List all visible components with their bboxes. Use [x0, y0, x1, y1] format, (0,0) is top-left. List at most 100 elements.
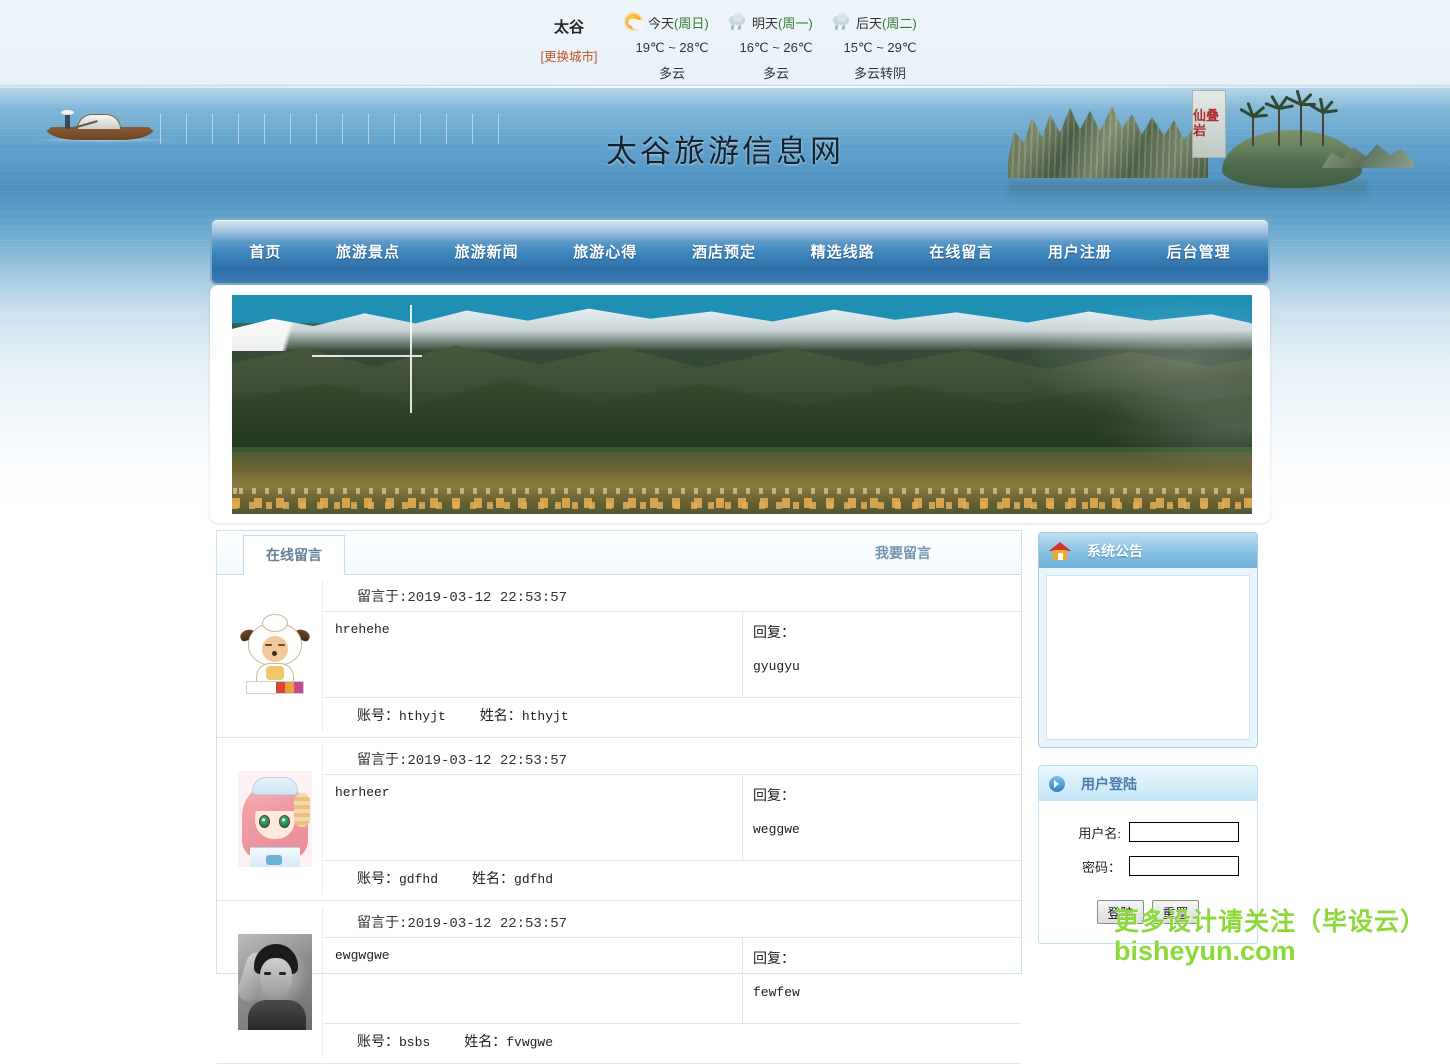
name-label: 姓名： — [464, 1035, 507, 1050]
banner-grassland-image[interactable] — [232, 295, 1252, 514]
right-sidebar: 系统公告 用户登陆 用户名: 密码： 登陆 重置 — [1038, 532, 1258, 961]
user-login-panel: 用户登陆 用户名: 密码： 登陆 重置 — [1038, 765, 1258, 944]
cloud-icon — [831, 12, 853, 32]
message-body: 留言于:2019-03-12 22:53:57 ewgwgwe 回复： fewf… — [323, 907, 1021, 1057]
weather-day-day-after: 后天(周二) 15℃ ~ 29℃ 多云转阴 — [831, 10, 929, 82]
name-value: gdfhd — [514, 872, 554, 887]
name-label: 姓名： — [479, 709, 522, 724]
reply-content: weggwe — [753, 822, 800, 837]
message-content: herheer — [323, 775, 743, 860]
weather-bar: 太谷 [更换城市] 今天(周日) 19℃ ~ 28℃ 多云 明天(周一) 16℃… — [0, 0, 1450, 86]
username-label: 用户名: — [1078, 825, 1121, 841]
sun-cloud-icon — [623, 12, 645, 32]
message-reply-cell: 回复： fewfew — [743, 938, 1021, 1023]
reply-label: 回复： — [753, 626, 795, 641]
cloud-icon — [727, 12, 749, 32]
login-button-row: 登陆 重置 — [1046, 900, 1250, 924]
message-row: 留言于:2019-03-12 22:53:57 herheer 回复： wegg… — [217, 738, 1021, 901]
reply-content: gyugyu — [753, 659, 800, 674]
message-body: 留言于:2019-03-12 22:53:57 herheer 回复： wegg… — [323, 744, 1021, 894]
user-login-header: 用户登陆 — [1038, 765, 1258, 801]
password-row: 密码： — [1046, 856, 1250, 876]
arrow-circle-icon — [1049, 775, 1065, 792]
message-footer: 账号：hthyjt 姓名：hthyjt — [323, 698, 1021, 731]
reply-label: 回复： — [753, 952, 795, 967]
message-body: 留言于:2019-03-12 22:53:57 hrehehe 回复： gyug… — [323, 581, 1021, 731]
account-value: bsbs — [399, 1035, 431, 1050]
nav-item-register[interactable]: 用户注册 — [1038, 235, 1122, 268]
user-login-body: 用户名: 密码： 登陆 重置 — [1038, 801, 1258, 944]
login-reset-button[interactable]: 重置 — [1152, 900, 1199, 924]
avatar-cell — [227, 581, 323, 731]
user-login-title: 用户登陆 — [1081, 777, 1137, 793]
tab-online-messages[interactable]: 在线留言 — [243, 535, 345, 575]
banner-panel — [210, 285, 1270, 523]
message-content: ewgwgwe — [323, 938, 743, 1023]
username-input[interactable] — [1129, 822, 1239, 842]
nav-item-message-board[interactable]: 在线留言 — [919, 235, 1003, 268]
reply-label: 回复： — [753, 789, 795, 804]
message-date: 留言于:2019-03-12 22:53:57 — [323, 744, 1021, 775]
name-value: hthyjt — [521, 709, 569, 724]
weather-day-desc: 多云转阴 — [853, 66, 906, 81]
name-label: 姓名： — [472, 872, 515, 887]
message-footer: 账号：gdfhd 姓名：gdfhd — [323, 861, 1021, 894]
message-reply-cell: 回复： gyugyu — [743, 612, 1021, 697]
weather-city-name: 太谷 — [553, 19, 584, 36]
nav-item-routes[interactable]: 精选线路 — [801, 235, 885, 268]
password-input[interactable] — [1129, 856, 1239, 876]
change-city-link[interactable]: [更换城市] — [521, 46, 617, 65]
account-value: hthyjt — [399, 709, 446, 724]
post-message-link[interactable]: 我要留言 — [875, 543, 931, 563]
login-submit-button[interactable]: 登陆 — [1097, 900, 1144, 924]
system-notice-title: 系统公告 — [1087, 544, 1143, 560]
nav-item-home[interactable]: 首页 — [239, 235, 291, 268]
home-icon — [1049, 541, 1071, 560]
nav-item-experience[interactable]: 旅游心得 — [563, 235, 647, 268]
crosshair-horizontal — [312, 355, 422, 357]
password-label: 密码： — [1081, 859, 1121, 875]
weather-day-desc: 多云 — [658, 66, 685, 81]
crosshair-vertical — [410, 305, 412, 413]
username-row: 用户名: — [1046, 822, 1250, 842]
message-content: hrehehe — [323, 612, 743, 697]
message-reply-cell: 回复： weggwe — [743, 775, 1021, 860]
account-label: 账号： — [357, 872, 399, 887]
message-row: 留言于:2019-03-12 22:53:57 hrehehe 回复： gyug… — [217, 575, 1021, 738]
message-row: 留言于:2019-03-12 22:53:57 ewgwgwe 回复： fewf… — [217, 901, 1021, 1064]
banner-swoosh-overlay — [922, 295, 1252, 514]
weather-day-label: 明天(周一) — [752, 15, 813, 31]
message-list: 留言于:2019-03-12 22:53:57 hrehehe 回复： gyug… — [217, 575, 1021, 1064]
weather-day-tomorrow: 明天(周一) 16℃ ~ 26℃ 多云 — [727, 10, 825, 82]
weather-day-temp: 19℃ ~ 28℃ — [635, 40, 709, 55]
page-title: 太谷旅游信息网 — [606, 134, 844, 169]
message-footer: 账号：bsbs 姓名：fvwgwe — [323, 1024, 1021, 1057]
nav-item-attractions[interactable]: 旅游景点 — [326, 235, 410, 268]
nav-item-news[interactable]: 旅游新闻 — [445, 235, 529, 268]
name-value: fvwgwe — [506, 1035, 554, 1050]
account-label: 账号： — [357, 1035, 399, 1050]
account-value: gdfhd — [399, 872, 439, 887]
avatar-cell — [227, 744, 323, 894]
main-navigation: 首页 旅游景点 旅游新闻 旅游心得 酒店预定 精选线路 在线留言 用户注册 后台… — [210, 218, 1270, 285]
message-board-tabbar: 在线留言 我要留言 — [217, 531, 1021, 575]
avatar-cell — [227, 907, 323, 1057]
weather-day-label: 今天(周日) — [648, 15, 709, 31]
sheep-avatar — [237, 608, 312, 704]
weather-city-block: 太谷 [更换城市] — [521, 10, 617, 65]
system-notice-panel: 系统公告 — [1038, 532, 1258, 748]
message-date: 留言于:2019-03-12 22:53:57 — [323, 581, 1021, 612]
weather-day-label: 后天(周二) — [856, 15, 917, 31]
nav-item-hotel-booking[interactable]: 酒店预定 — [682, 235, 766, 268]
system-notice-body — [1038, 568, 1258, 748]
reply-content: fewfew — [753, 985, 800, 1000]
nav-item-admin[interactable]: 后台管理 — [1157, 235, 1241, 268]
weather-day-temp: 15℃ ~ 29℃ — [843, 40, 917, 55]
weather-day-temp: 16℃ ~ 26℃ — [739, 40, 813, 55]
system-notice-header: 系统公告 — [1038, 532, 1258, 568]
message-board-panel: 在线留言 我要留言 留言于:2019-03-12 22:53:57 hreheh… — [216, 530, 1022, 1064]
system-notice-content — [1046, 575, 1250, 740]
anime-avatar — [237, 771, 312, 867]
weather-day-today: 今天(周日) 19℃ ~ 28℃ 多云 — [623, 10, 721, 82]
weather-day-desc: 多云 — [762, 66, 789, 81]
